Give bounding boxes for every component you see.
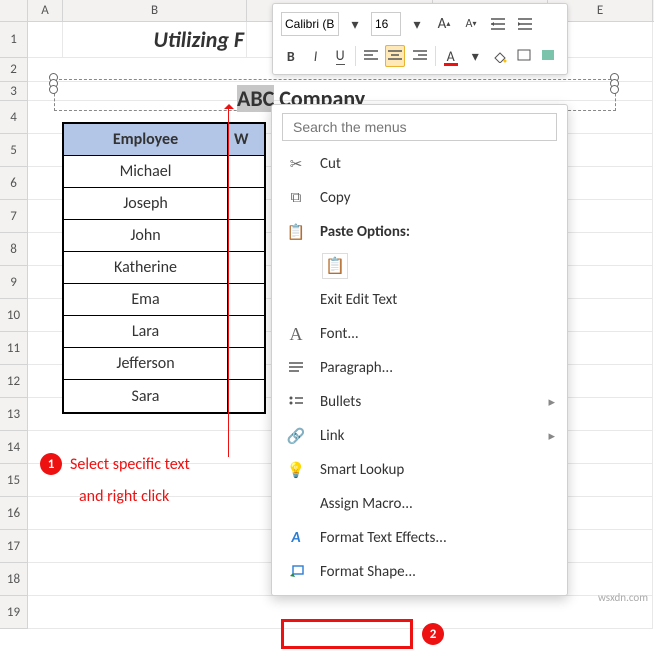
font-dropdown-icon[interactable]: ▾ bbox=[344, 13, 366, 35]
link-icon: 🔗 bbox=[286, 427, 306, 446]
font-color-dropdown-icon[interactable]: ▾ bbox=[465, 45, 485, 67]
menu-copy[interactable]: ⧉Copy bbox=[272, 181, 567, 215]
chevron-right-icon: ▸ bbox=[548, 395, 555, 410]
table-row[interactable]: Joseph bbox=[64, 188, 228, 220]
italic-button[interactable]: I bbox=[306, 45, 326, 67]
badge-1: 1 bbox=[40, 453, 62, 475]
font-icon: A bbox=[286, 324, 306, 345]
increase-font-icon[interactable]: A▴ bbox=[433, 13, 455, 35]
style-button[interactable] bbox=[539, 45, 559, 67]
row-8[interactable]: 8 bbox=[0, 233, 28, 266]
col-b[interactable]: B bbox=[63, 0, 247, 21]
annotation-1: 1 Select specific text bbox=[40, 453, 190, 475]
annotation-arrow bbox=[228, 107, 229, 457]
increase-indent-icon[interactable] bbox=[514, 13, 536, 35]
select-all-corner[interactable] bbox=[0, 0, 28, 21]
align-center-icon[interactable] bbox=[385, 45, 405, 67]
mini-toolbar: ▾ ▾ A▴ A▾ B I U A ▾ bbox=[272, 3, 568, 75]
watermark: wsxdn.com bbox=[598, 591, 648, 604]
data-table: Employee W MichaelJosephJohnKatherineEma… bbox=[62, 122, 266, 414]
menu-format-shape[interactable]: Format Shape... bbox=[272, 555, 567, 589]
font-size-input[interactable] bbox=[371, 12, 401, 36]
chevron-right-icon: ▸ bbox=[548, 429, 555, 444]
col-a[interactable]: A bbox=[28, 0, 63, 21]
row-19[interactable]: 19 bbox=[0, 596, 28, 629]
size-dropdown-icon[interactable]: ▾ bbox=[406, 13, 428, 35]
row-11[interactable]: 11 bbox=[0, 332, 28, 365]
fill-color-button[interactable] bbox=[490, 45, 510, 67]
menu-search-input[interactable] bbox=[282, 113, 557, 141]
context-menu: ✂Cut ⧉Copy 📋Paste Options: 📋 Exit Edit T… bbox=[271, 104, 568, 596]
title-cell: Utilizing F bbox=[63, 22, 247, 58]
table-row[interactable]: Lara bbox=[64, 316, 228, 348]
menu-bullets[interactable]: Bullets▸ bbox=[272, 385, 567, 419]
th-employee: Employee bbox=[64, 124, 228, 156]
row-9[interactable]: 9 bbox=[0, 266, 28, 299]
text-effects-icon: A bbox=[286, 529, 306, 547]
row-17[interactable]: 17 bbox=[0, 530, 28, 563]
row-7[interactable]: 7 bbox=[0, 200, 28, 233]
paste-keep-text-icon[interactable]: 📋 bbox=[322, 253, 348, 279]
paragraph-icon bbox=[286, 361, 306, 375]
format-shape-icon bbox=[286, 565, 306, 579]
font-color-button[interactable]: A bbox=[441, 45, 461, 67]
annotation-text-1: Select specific text bbox=[70, 455, 190, 474]
menu-paragraph[interactable]: Paragraph... bbox=[272, 351, 567, 385]
clipboard-icon: 📋 bbox=[286, 223, 306, 242]
row-13[interactable]: 13 bbox=[0, 398, 28, 431]
menu-cut[interactable]: ✂Cut bbox=[272, 147, 567, 181]
menu-link[interactable]: 🔗Link▸ bbox=[272, 419, 567, 453]
align-right-icon[interactable] bbox=[410, 45, 430, 67]
selected-text: ABC bbox=[237, 85, 274, 112]
row-14[interactable]: 14 bbox=[0, 431, 28, 464]
row-1[interactable]: 1 bbox=[0, 22, 28, 58]
th-w: W bbox=[228, 124, 264, 156]
table-row[interactable]: Katherine bbox=[64, 252, 228, 284]
scissors-icon: ✂ bbox=[286, 155, 306, 174]
align-left-icon[interactable] bbox=[361, 45, 381, 67]
bullets-icon bbox=[286, 395, 306, 409]
row-18[interactable]: 18 bbox=[0, 563, 28, 596]
badge-2: 2 bbox=[422, 623, 444, 645]
lightbulb-icon: 💡 bbox=[286, 461, 306, 480]
menu-format-text-effects[interactable]: AFormat Text Effects... bbox=[272, 521, 567, 555]
bold-button[interactable]: B bbox=[281, 45, 301, 67]
menu-assign-macro[interactable]: Assign Macro... bbox=[272, 487, 567, 521]
table-row[interactable]: Ema bbox=[64, 284, 228, 316]
row-10[interactable]: 10 bbox=[0, 299, 28, 332]
menu-font[interactable]: AFont... bbox=[272, 317, 567, 351]
row-16[interactable]: 16 bbox=[0, 497, 28, 530]
menu-paste-options: 📋Paste Options: bbox=[272, 215, 567, 249]
row-6[interactable]: 6 bbox=[0, 167, 28, 200]
row-5[interactable]: 5 bbox=[0, 134, 28, 167]
font-name-input[interactable] bbox=[281, 12, 339, 36]
row-4[interactable]: 4 bbox=[0, 101, 28, 134]
copy-icon: ⧉ bbox=[286, 189, 306, 207]
row-15[interactable]: 15 bbox=[0, 464, 28, 497]
decrease-indent-icon[interactable] bbox=[487, 13, 509, 35]
underline-button[interactable]: U bbox=[330, 45, 350, 67]
menu-exit-edit[interactable]: Exit Edit Text bbox=[272, 283, 567, 317]
annotation-text-2: and right click bbox=[79, 487, 169, 506]
table-row[interactable]: Michael bbox=[64, 156, 228, 188]
row-2[interactable]: 2 bbox=[0, 58, 28, 82]
table-row[interactable]: Jefferson bbox=[64, 348, 228, 380]
decrease-font-icon[interactable]: A▾ bbox=[460, 13, 482, 35]
table-row[interactable]: John bbox=[64, 220, 228, 252]
row-3[interactable]: 3 bbox=[0, 82, 28, 101]
outline-button[interactable] bbox=[515, 45, 535, 67]
table-row[interactable]: Sara bbox=[64, 380, 228, 412]
row-12[interactable]: 12 bbox=[0, 365, 28, 398]
menu-smart-lookup[interactable]: 💡Smart Lookup bbox=[272, 453, 567, 487]
callout-box-format-shape bbox=[281, 619, 413, 649]
